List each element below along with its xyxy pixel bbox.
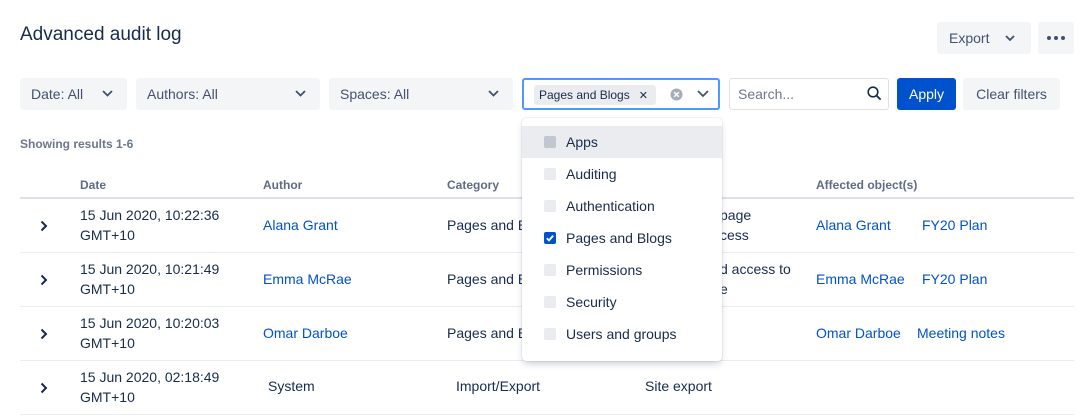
checkbox[interactable]	[544, 296, 556, 308]
column-header-affected[interactable]: Affected object(s)	[816, 178, 917, 192]
category-dropdown-menu: Apps Auditing Authentication Pages and B…	[522, 118, 722, 361]
authors-filter-label: Authors: All	[147, 86, 218, 102]
chevron-right-icon[interactable]	[40, 382, 48, 394]
search-icon[interactable]	[867, 86, 882, 101]
row-author-link[interactable]: Alana Grant	[263, 215, 338, 235]
option-label: Apps	[566, 134, 598, 150]
category-tag-label: Pages and Blogs	[539, 88, 630, 102]
chevron-down-icon	[1005, 35, 1015, 42]
chevron-down-icon	[488, 90, 499, 97]
category-option-pages-and-blogs[interactable]: Pages and Blogs	[522, 222, 722, 254]
row-date: 15 Jun 2020, 10:21:49 GMT+10	[80, 261, 220, 297]
column-header-author[interactable]: Author	[263, 178, 302, 192]
option-label: Users and groups	[566, 326, 677, 342]
export-button[interactable]: Export	[937, 22, 1031, 54]
checkbox[interactable]	[544, 328, 556, 340]
chevron-right-icon[interactable]	[40, 274, 48, 286]
table-row: 15 Jun 2020, 02:18:49 GMT+10 System Impor…	[20, 361, 1074, 415]
row-author: System	[268, 378, 315, 394]
row-category: Pages and B	[447, 217, 528, 233]
search-box	[729, 78, 889, 110]
spaces-filter-label: Spaces: All	[340, 86, 410, 102]
row-date: 15 Jun 2020, 10:22:36 GMT+10	[80, 207, 220, 243]
row-summary: page cess	[720, 207, 752, 243]
row-category: Pages and B	[447, 325, 528, 341]
more-icon	[1047, 36, 1065, 40]
row-affected-user-link[interactable]: Emma McRae	[816, 269, 905, 289]
remove-tag-icon[interactable]: ✕	[639, 89, 648, 102]
search-input[interactable]	[731, 80, 861, 108]
checkbox-checked[interactable]	[544, 232, 556, 244]
category-tag: Pages and Blogs ✕	[534, 85, 656, 105]
option-label: Permissions	[566, 262, 643, 278]
column-header-date[interactable]: Date	[80, 178, 106, 192]
row-affected-user-link[interactable]: Alana Grant	[816, 215, 891, 235]
checkbox[interactable]	[544, 168, 556, 180]
row-affected-object-link[interactable]: FY20 Plan	[922, 269, 987, 289]
clear-filters-button[interactable]: Clear filters	[963, 78, 1060, 110]
date-filter[interactable]: Date: All	[20, 78, 127, 110]
export-label: Export	[949, 30, 990, 46]
category-filter[interactable]: Pages and Blogs ✕	[522, 78, 720, 110]
chevron-right-icon[interactable]	[40, 328, 48, 340]
row-summary: d access to e	[720, 261, 791, 297]
authors-filter[interactable]: Authors: All	[136, 78, 320, 110]
category-option-security[interactable]: Security	[522, 286, 722, 318]
category-option-auditing[interactable]: Auditing	[522, 158, 722, 190]
apply-button[interactable]: Apply	[897, 78, 956, 110]
row-affected-user-link[interactable]: Omar Darboe	[816, 323, 901, 343]
spaces-filter[interactable]: Spaces: All	[329, 78, 513, 110]
chevron-down-icon	[295, 90, 306, 97]
checkbox[interactable]	[544, 200, 556, 212]
chevron-down-icon	[102, 90, 113, 97]
page-title: Advanced audit log	[20, 24, 182, 45]
column-header-category[interactable]: Category	[447, 178, 499, 192]
row-author-link[interactable]: Omar Darboe	[263, 323, 348, 343]
option-label: Security	[566, 294, 617, 310]
option-label: Authentication	[566, 198, 655, 214]
row-category: Pages and B	[447, 271, 528, 287]
row-date: 15 Jun 2020, 10:20:03 GMT+10	[80, 315, 220, 351]
row-date: 15 Jun 2020, 02:18:49 GMT+10	[80, 369, 220, 405]
chevron-right-icon[interactable]	[40, 220, 48, 232]
row-affected-object-link[interactable]: FY20 Plan	[922, 215, 987, 235]
option-label: Auditing	[566, 166, 617, 182]
category-option-users-and-groups[interactable]: Users and groups	[522, 318, 722, 350]
category-option-authentication[interactable]: Authentication	[522, 190, 722, 222]
chevron-down-icon[interactable]	[697, 90, 709, 98]
row-category: Import/Export	[456, 378, 541, 394]
option-label: Pages and Blogs	[566, 230, 672, 246]
check-icon	[546, 235, 554, 242]
row-affected-object-link[interactable]: Meeting notes	[917, 323, 1005, 343]
checkbox[interactable]	[544, 264, 556, 276]
category-option-apps[interactable]: Apps	[522, 126, 722, 158]
checkbox[interactable]	[544, 136, 556, 148]
results-count: Showing results 1-6	[20, 137, 134, 151]
clear-icon[interactable]	[670, 88, 683, 101]
row-summary: Site export	[645, 378, 712, 394]
row-author-link[interactable]: Emma McRae	[263, 269, 352, 289]
date-filter-label: Date: All	[31, 86, 84, 102]
more-actions-button[interactable]	[1038, 22, 1074, 54]
category-option-permissions[interactable]: Permissions	[522, 254, 722, 286]
